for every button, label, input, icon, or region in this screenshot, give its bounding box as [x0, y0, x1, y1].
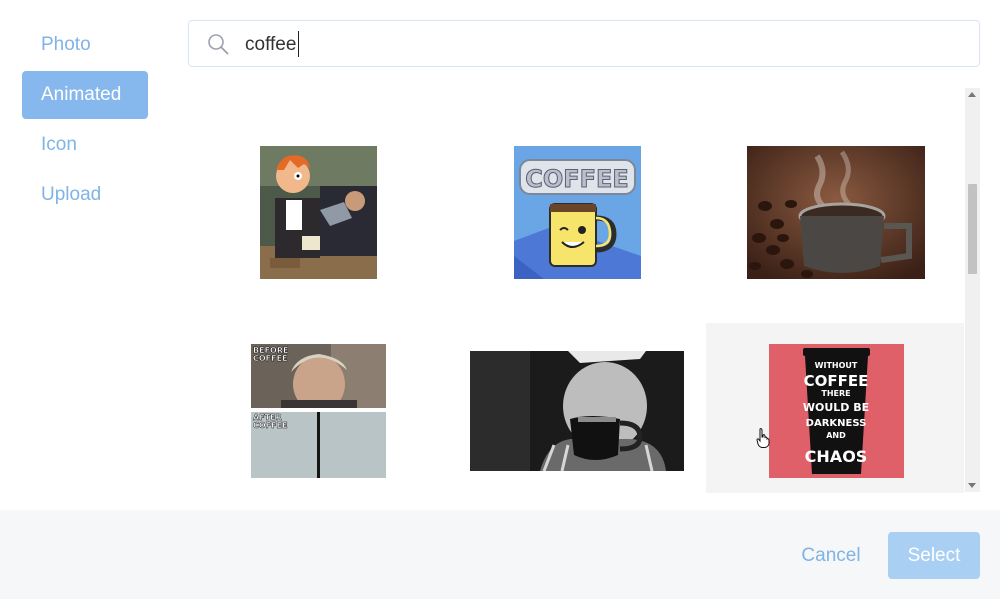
thumbnail-caption: COFFEE [253, 421, 288, 430]
thumbnail-caption: WOULD BE [803, 401, 869, 414]
results-grid: COFFEE BEFORE COFFEE AFTER COFFEE WITHOU… [190, 88, 965, 493]
result-thumbnail-steaming-cup [747, 146, 925, 279]
dialog-footer: Cancel Select [0, 510, 1000, 599]
cancel-button[interactable]: Cancel [790, 532, 872, 579]
thumbnail-caption: WITHOUT [815, 361, 858, 370]
thumbnail-caption: CHAOS [805, 447, 868, 466]
thumbnail-caption: COFFEE [804, 372, 869, 390]
result-thumbnail-without-coffee: WITHOUT COFFEE THERE WOULD BE DARKNESS A… [769, 344, 904, 478]
thumbnail-caption: COFFEE [253, 354, 288, 363]
scrollbar-thumb[interactable] [968, 184, 977, 274]
result-thumbnail-coffee-mug: COFFEE [514, 146, 641, 279]
result-item[interactable] [706, 88, 964, 279]
thumbnail-caption: THERE [821, 389, 850, 398]
result-item[interactable] [448, 323, 706, 493]
svg-text:COFFEE: COFFEE [525, 165, 629, 193]
result-item[interactable]: WITHOUT COFFEE THERE WOULD BE DARKNESS A… [706, 323, 964, 493]
text-caret [298, 31, 299, 57]
source-sidebar: Photo Animated Icon Upload [0, 0, 170, 510]
result-thumbnail-before-after: BEFORE COFFEE AFTER COFFEE [251, 344, 386, 478]
results-scrollbar[interactable] [965, 88, 980, 492]
sidebar-item-icon[interactable]: Icon [22, 121, 148, 169]
scroll-up-arrow-icon[interactable] [968, 92, 976, 97]
thumbnail-caption: AND [826, 431, 846, 440]
search-input[interactable] [243, 29, 947, 61]
select-button[interactable]: Select [888, 532, 980, 579]
result-item[interactable]: COFFEE [448, 88, 706, 279]
scroll-down-arrow-icon[interactable] [968, 483, 976, 488]
search-box [188, 20, 980, 67]
result-thumbnail-futurama [260, 146, 377, 279]
sidebar-item-photo[interactable]: Photo [22, 21, 148, 69]
result-item[interactable]: BEFORE COFFEE AFTER COFFEE [190, 323, 448, 493]
result-item[interactable] [190, 88, 448, 279]
search-icon[interactable] [207, 33, 229, 55]
hand-pointer-icon [756, 428, 770, 448]
result-thumbnail-man-drinking [470, 351, 684, 471]
sidebar-item-upload[interactable]: Upload [22, 171, 148, 219]
thumbnail-caption: DARKNESS [806, 418, 867, 429]
sidebar-item-animated[interactable]: Animated [22, 71, 148, 119]
